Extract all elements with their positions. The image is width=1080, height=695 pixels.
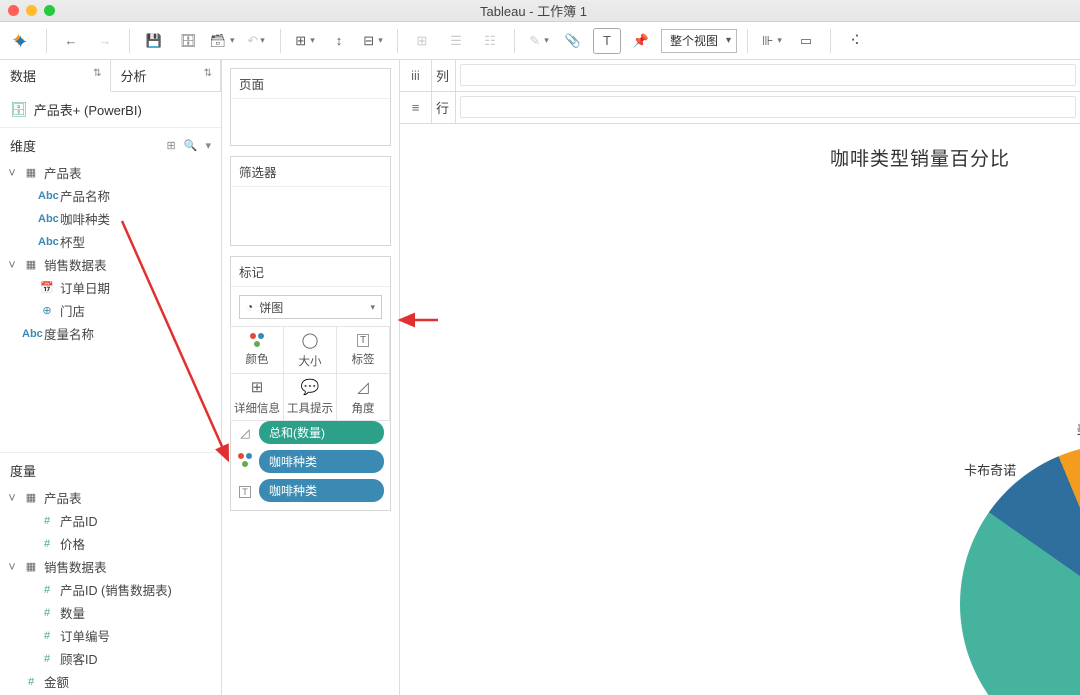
close-icon[interactable]: [8, 5, 19, 16]
minimize-icon[interactable]: [26, 5, 37, 16]
tree-item[interactable]: #价格: [0, 532, 221, 555]
tree-item[interactable]: #订单编号: [0, 624, 221, 647]
canvas[interactable]: 咖啡类型销量百分比 卡布奇诺美式摩卡拿铁: [400, 124, 1080, 695]
attach-icon[interactable]: 📎: [559, 28, 587, 54]
tree-item[interactable]: #数量: [0, 601, 221, 624]
marks-label[interactable]: T标签: [336, 326, 390, 374]
save-button[interactable]: 💾: [140, 28, 168, 54]
pie-icon: ◔: [246, 300, 253, 314]
titlebar: Tableau - 工作簿 1: [0, 0, 1080, 22]
sort-button[interactable]: ☷: [476, 28, 504, 54]
dimensions-header: 维度 ⊞ 🔍 ▾: [0, 128, 221, 159]
tree-item[interactable]: #顾客ID: [0, 647, 221, 670]
cards-column: 页面 筛选器 标记 ◔饼图 ▾ 颜色 ◯大小 T标签 ⊞详细信息 💬工具提示 ◿…: [222, 60, 400, 695]
tree-item[interactable]: ˅▦产品表: [0, 161, 221, 184]
tree-item[interactable]: 📅订单日期: [0, 276, 221, 299]
toolbar: ← → 💾 🗄 🗃▾ ↶▾ ⊞▾ ↕ ⊟▾ ⊞ ☰ ☷ ✎▾ 📎 T 📌 整个视…: [0, 22, 1080, 60]
color-icon: [250, 333, 264, 347]
group-button[interactable]: ⊞: [408, 28, 436, 54]
marks-card: 标记 ◔饼图 ▾ 颜色 ◯大小 T标签 ⊞详细信息 💬工具提示 ◿角度 ◿总和(…: [230, 256, 391, 511]
tree-item[interactable]: #产品ID: [0, 509, 221, 532]
size-icon: ◯: [302, 331, 319, 349]
tree-item[interactable]: ⊕门店: [0, 299, 221, 322]
marks-size[interactable]: ◯大小: [283, 326, 337, 374]
sidebar: 数据⇅ 分析⇅ 🗄 产品表+ (PowerBI) 维度 ⊞ 🔍 ▾ ˅▦产品表A…: [0, 60, 222, 695]
presentation-icon[interactable]: ▭: [792, 28, 820, 54]
detail-icon: ⊞: [251, 378, 264, 396]
maximize-icon[interactable]: [44, 5, 55, 16]
columns-shelf[interactable]: iii 列: [400, 60, 1080, 92]
tree-item[interactable]: ˅▦销售数据表: [0, 253, 221, 276]
pill[interactable]: 咖啡种类: [237, 450, 384, 473]
marks-title: 标记: [231, 257, 390, 287]
label-icon: T: [357, 334, 369, 347]
pill-icon: [237, 453, 253, 470]
share-icon[interactable]: ⠪: [841, 28, 869, 54]
totals-button[interactable]: ☰: [442, 28, 470, 54]
tree-item[interactable]: Abc产品名称: [0, 184, 221, 207]
marks-tooltip[interactable]: 💬工具提示: [283, 373, 337, 421]
menu-icon[interactable]: ▾: [205, 139, 211, 152]
sort-asc-button[interactable]: ↕: [325, 28, 353, 54]
slice-label: 卡布奇诺: [964, 460, 1016, 479]
view-as-icon[interactable]: ⊞: [167, 139, 176, 152]
new-datasource-button[interactable]: 🗄: [174, 28, 202, 54]
pin-icon[interactable]: 📌: [627, 28, 655, 54]
tree-item[interactable]: #金额: [0, 670, 221, 693]
window-controls: [8, 5, 55, 16]
highlight-button[interactable]: ✎▾: [525, 28, 553, 54]
window-title: Tableau - 工作簿 1: [55, 1, 1012, 20]
search-icon[interactable]: 🔍: [184, 139, 198, 152]
tree-item[interactable]: Abc杯型: [0, 230, 221, 253]
pages-title: 页面: [231, 69, 390, 99]
undo-icon[interactable]: ↶▾: [242, 28, 270, 54]
measures-header: 度量: [0, 452, 221, 484]
tree-item[interactable]: Abc咖啡种类: [0, 207, 221, 230]
marks-color[interactable]: 颜色: [230, 326, 284, 374]
marks-detail[interactable]: ⊞详细信息: [230, 373, 284, 421]
measures-tree: ˅▦产品表#产品ID#价格˅▦销售数据表#产品ID (销售数据表)#数量#订单编…: [0, 484, 221, 695]
marks-grid: 颜色 ◯大小 T标签 ⊞详细信息 💬工具提示 ◿角度: [231, 327, 390, 421]
viz-area: iii 列 ≡ 行 咖啡类型销量百分比 卡布奇诺美式摩卡拿铁: [400, 60, 1080, 695]
pill-icon: ◿: [237, 426, 253, 440]
tree-item[interactable]: ˅▦产品表: [0, 486, 221, 509]
refresh-button[interactable]: 🗃▾: [208, 28, 236, 54]
pages-card[interactable]: 页面: [230, 68, 391, 146]
show-me-button[interactable]: ⊪▾: [758, 28, 786, 54]
tree-item[interactable]: #产品ID (销售数据表): [0, 578, 221, 601]
marks-pill-list: ◿总和(数量) 咖啡种类 T咖啡种类: [231, 421, 390, 510]
back-button[interactable]: ←: [57, 28, 85, 54]
sidebar-tabs: 数据⇅ 分析⇅: [0, 60, 221, 92]
pill-icon: T: [237, 484, 253, 498]
filters-card[interactable]: 筛选器: [230, 156, 391, 246]
rows-shelf[interactable]: ≡ 行: [400, 92, 1080, 124]
filters-title: 筛选器: [231, 157, 390, 187]
marks-angle[interactable]: ◿角度: [336, 373, 390, 421]
text-label-button[interactable]: T: [593, 28, 621, 54]
tree-item[interactable]: Abc度量名称: [0, 322, 221, 345]
fit-dropdown[interactable]: 整个视图: [661, 29, 737, 53]
angle-icon: ◿: [357, 378, 369, 396]
tableau-logo-icon[interactable]: [8, 28, 36, 54]
forward-button[interactable]: →: [91, 28, 119, 54]
pill[interactable]: T咖啡种类: [237, 479, 384, 502]
mark-type-dropdown[interactable]: ◔饼图 ▾: [239, 295, 382, 319]
datasource-name: 产品表+ (PowerBI): [34, 100, 142, 119]
pill[interactable]: ◿总和(数量): [237, 421, 384, 444]
clear-button[interactable]: ⊟▾: [359, 28, 387, 54]
datasource-row[interactable]: 🗄 产品表+ (PowerBI): [0, 92, 221, 128]
rows-icon: ≡: [400, 92, 432, 123]
swap-rows-cols-button[interactable]: ⊞▾: [291, 28, 319, 54]
tree-item[interactable]: ˅▦销售数据表: [0, 555, 221, 578]
tooltip-icon: 💬: [301, 378, 320, 396]
dimensions-tree: ˅▦产品表Abc产品名称Abc咖啡种类Abc杯型˅▦销售数据表📅订单日期⊕门店A…: [0, 159, 221, 347]
datasource-icon: 🗄: [10, 101, 28, 118]
columns-icon: iii: [400, 60, 432, 91]
tab-analytics[interactable]: 分析⇅: [111, 60, 222, 92]
tab-data[interactable]: 数据⇅: [0, 60, 111, 92]
main: 数据⇅ 分析⇅ 🗄 产品表+ (PowerBI) 维度 ⊞ 🔍 ▾ ˅▦产品表A…: [0, 60, 1080, 695]
chart-title: 咖啡类型销量百分比: [772, 144, 1068, 171]
